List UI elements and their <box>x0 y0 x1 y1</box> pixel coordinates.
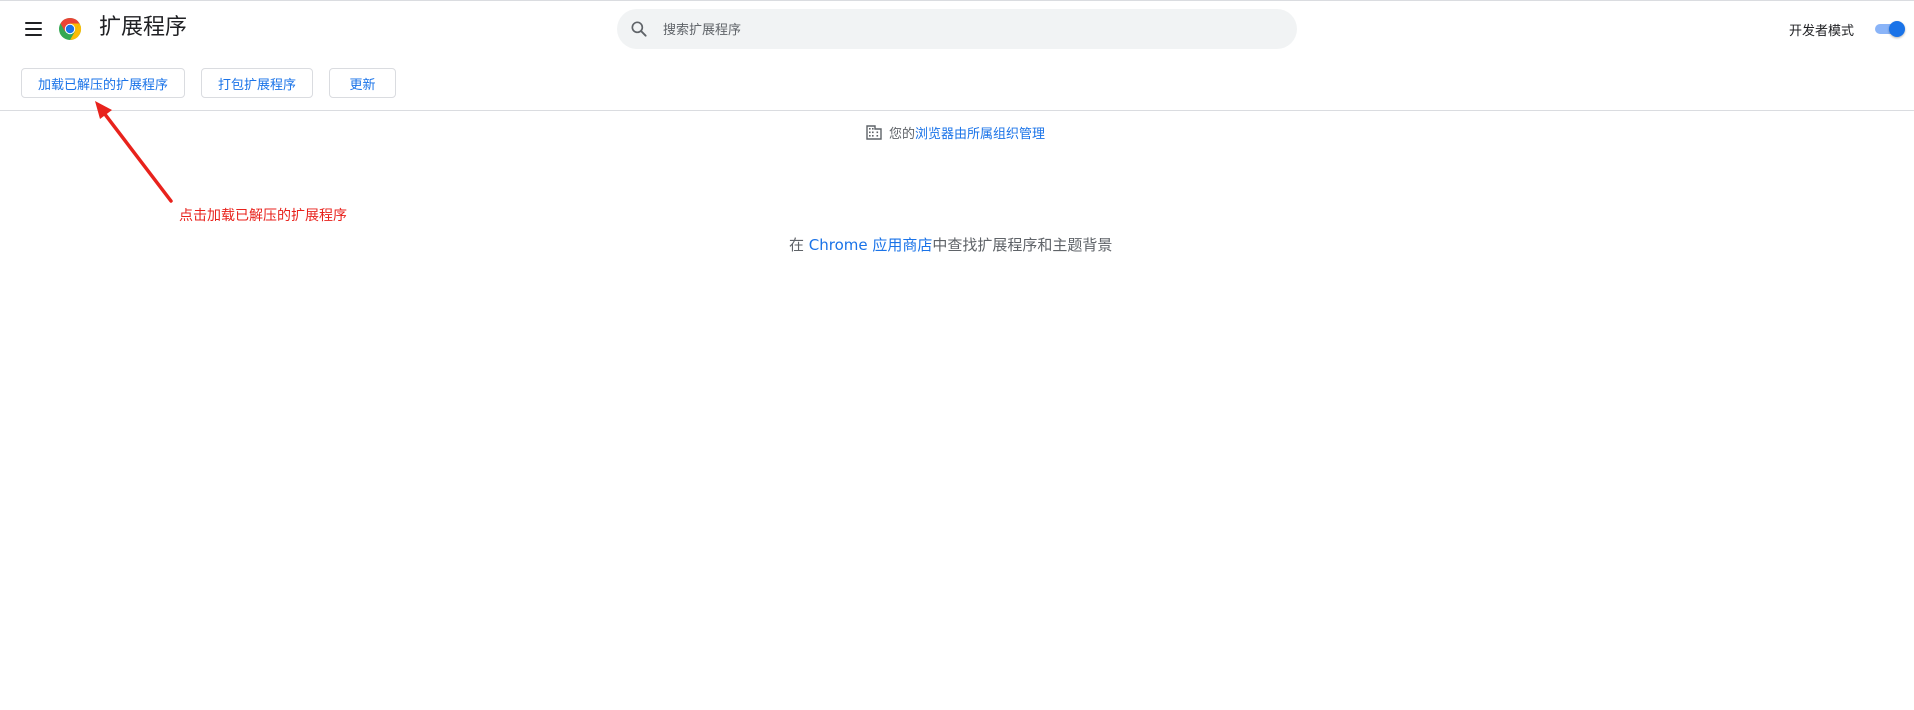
annotation-label: 点击加载已解压的扩展程序 <box>179 208 347 224</box>
update-button[interactable]: 更新 <box>329 68 396 98</box>
hamburger-menu-icon[interactable] <box>22 17 46 41</box>
page-title: 扩展程序 <box>99 15 188 40</box>
chrome-logo-icon <box>59 18 82 40</box>
developer-mode-label: 开发者模式 <box>1789 24 1855 39</box>
search-input[interactable] <box>661 9 1285 51</box>
managed-notice: 您的浏览器由所属组织管理 <box>865 123 1045 144</box>
developer-mode-toggle[interactable] <box>1875 21 1905 37</box>
web-store-prefix: 在 <box>789 236 809 254</box>
chrome-web-store-link[interactable]: Chrome 应用商店 <box>809 236 933 254</box>
search-bar[interactable] <box>617 9 1297 51</box>
search-icon <box>631 21 647 37</box>
page-header: 扩展程序 开发者模式 加载已解压的扩展程序 打包扩展程序 更新 <box>0 1 1914 109</box>
load-unpacked-button[interactable]: 加载已解压的扩展程序 <box>21 68 185 98</box>
managed-by-org-link[interactable]: 浏览器由所属组织管理 <box>915 127 1045 142</box>
building-icon <box>866 125 882 140</box>
toggle-knob <box>1889 21 1905 37</box>
web-store-suffix: 中查找扩展程序和主题背景 <box>932 236 1113 254</box>
pack-extension-button[interactable]: 打包扩展程序 <box>201 68 313 98</box>
managed-notice-prefix: 您的 <box>889 127 916 142</box>
web-store-message: 在 Chrome 应用商店中查找扩展程序和主题背景 <box>789 234 1112 255</box>
header-divider <box>0 110 1914 111</box>
